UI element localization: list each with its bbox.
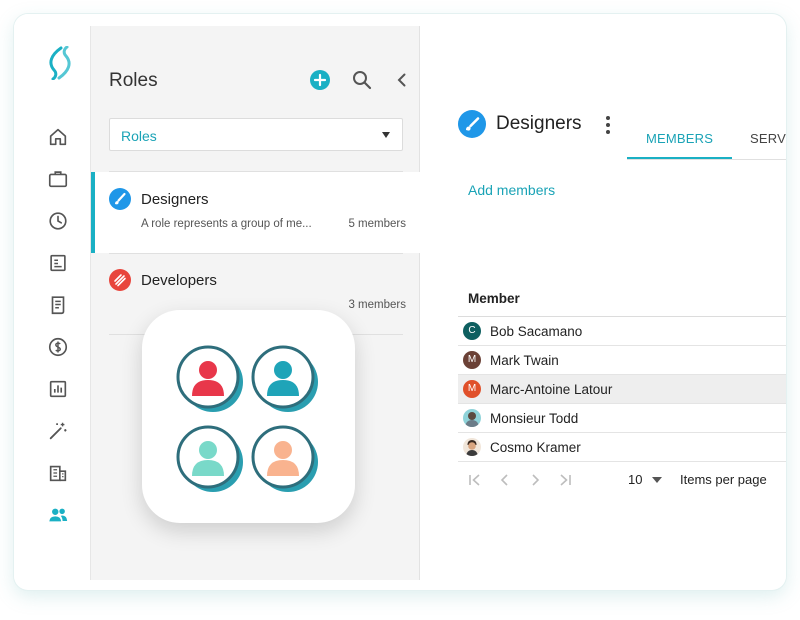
nav-team[interactable] — [47, 504, 71, 528]
member-name: Mark Twain — [490, 353, 559, 368]
briefcase-icon — [48, 171, 68, 188]
role-member-count: 5 members — [348, 218, 406, 230]
nav-projects[interactable] — [47, 168, 71, 192]
previous-page-icon[interactable] — [498, 473, 512, 487]
building-icon — [49, 465, 67, 482]
table-row[interactable]: C Bob Sacamano — [458, 317, 786, 346]
people-icon — [49, 508, 68, 522]
page-size-select[interactable]: 10 — [628, 472, 642, 487]
code-icon — [109, 269, 131, 291]
chevron-left-icon — [397, 73, 406, 87]
avatar — [463, 438, 481, 456]
team-app-icon — [142, 310, 355, 523]
document-icon — [50, 254, 66, 272]
clock-icon — [49, 212, 67, 230]
paintbrush-icon — [109, 188, 131, 210]
role-detail: Designers MEMBERS SERV Add members Membe… — [420, 26, 786, 580]
tab-services[interactable]: SERV — [750, 131, 786, 146]
table-row[interactable]: Monsieur Todd — [458, 404, 786, 433]
avatar: C — [463, 322, 481, 340]
chart-icon — [49, 380, 67, 398]
role-title: Designers — [496, 113, 582, 134]
nav-automation[interactable] — [47, 420, 71, 444]
paintbrush-icon — [458, 110, 486, 138]
role-name: Developers — [141, 272, 217, 289]
table-row[interactable]: M Marc-Antoine Latour — [458, 375, 786, 404]
tab-members[interactable]: MEMBERS — [646, 131, 713, 146]
nav-analytics[interactable] — [47, 378, 71, 402]
role-member-count: 3 members — [348, 299, 406, 311]
app-window: Roles Roles Designers A role represents … — [14, 14, 786, 590]
receipt-icon — [51, 296, 65, 315]
add-role-button[interactable] — [309, 69, 331, 91]
role-name: Designers — [141, 191, 209, 208]
magic-wand-icon — [49, 422, 67, 440]
column-header-member[interactable]: Member — [468, 291, 520, 306]
nav-expenses[interactable] — [47, 336, 71, 360]
collapse-panel-button[interactable] — [391, 69, 413, 91]
nav-home[interactable] — [47, 126, 71, 150]
role-filter-value: Roles — [121, 128, 157, 144]
nav-rail — [14, 14, 90, 580]
first-page-icon[interactable] — [468, 473, 482, 487]
home-icon — [49, 128, 67, 146]
more-vert-icon[interactable] — [604, 114, 612, 136]
caret-down-icon — [382, 132, 390, 138]
table-row[interactable]: Cosmo Kramer — [458, 433, 786, 462]
avatar: M — [463, 380, 481, 398]
member-name: Marc-Antoine Latour — [490, 382, 613, 397]
active-tab-indicator — [627, 157, 732, 159]
member-name: Monsieur Todd — [490, 411, 579, 426]
table-row[interactable]: M Mark Twain — [458, 346, 786, 375]
nav-time[interactable] — [47, 210, 71, 234]
next-page-icon[interactable] — [528, 473, 542, 487]
member-name: Bob Sacamano — [490, 324, 583, 339]
add-members-link[interactable]: Add members — [468, 182, 555, 198]
search-button[interactable] — [351, 69, 373, 91]
panel-title: Roles — [109, 70, 158, 91]
last-page-icon[interactable] — [558, 473, 572, 487]
app-logo — [49, 46, 71, 80]
nav-company[interactable] — [47, 462, 71, 486]
plus-circle-icon — [310, 70, 330, 90]
nav-reports[interactable] — [47, 252, 71, 276]
member-name: Cosmo Kramer — [490, 440, 581, 455]
role-description: A role represents a group of me... — [141, 218, 312, 230]
role-item-designers[interactable]: Designers A role represents a group of m… — [91, 172, 420, 253]
avatar: M — [463, 351, 481, 369]
nav-invoices[interactable] — [47, 294, 71, 318]
caret-down-icon[interactable] — [652, 477, 662, 483]
tab-bar-line — [627, 159, 786, 160]
items-per-page-label: Items per page — [680, 472, 767, 487]
avatar — [463, 409, 481, 427]
dollar-icon — [48, 337, 68, 357]
search-icon — [353, 71, 372, 90]
role-filter-select[interactable]: Roles — [109, 118, 403, 151]
team-avatars-illustration — [176, 345, 318, 492]
